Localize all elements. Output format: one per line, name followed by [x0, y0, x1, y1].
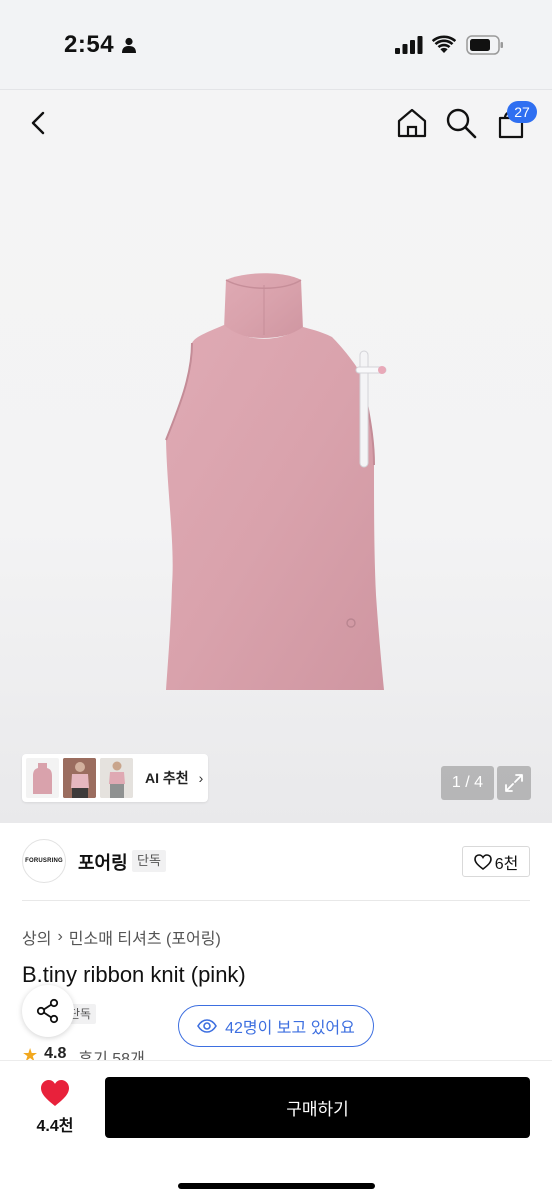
- thumbnail-1-image: [33, 763, 52, 794]
- wifi-icon: [432, 35, 456, 53]
- thumbnail-3[interactable]: [100, 758, 133, 798]
- heart-filled-icon[interactable]: [40, 1079, 70, 1107]
- review-count[interactable]: 후기 58개: [78, 1045, 144, 1061]
- breadcrumb: 상의 › 민소매 티셔츠 (포어링): [22, 925, 221, 949]
- thumbnail-strip[interactable]: AI 추천 ›: [22, 754, 208, 802]
- chevron-right-icon[interactable]: ›: [199, 770, 204, 786]
- share-icon: [36, 998, 59, 1024]
- product-gallery[interactable]: 27 AI 추천 › 1 / 4: [0, 90, 552, 823]
- rating-value: 4.8: [44, 1045, 67, 1061]
- viewers-indicator: 42명이 보고 있어요: [178, 1005, 374, 1047]
- back-arrow-icon[interactable]: [24, 108, 54, 138]
- ai-recommend-label[interactable]: AI 추천: [145, 768, 189, 788]
- divider: [22, 900, 530, 901]
- expand-button[interactable]: [497, 766, 531, 800]
- brand-exclusive-tag: 단독: [132, 850, 166, 872]
- status-bar: 2:54: [0, 0, 552, 90]
- buy-button[interactable]: 구매하기: [105, 1077, 530, 1138]
- brand-logo-text: FORUSRING: [25, 858, 63, 864]
- share-button[interactable]: [22, 985, 74, 1037]
- page-counter: 1 / 4: [441, 766, 494, 800]
- battery-icon: [466, 35, 503, 55]
- brand-name[interactable]: 포어링: [78, 849, 128, 875]
- eye-icon: [197, 1019, 218, 1033]
- product-title: B.tiny ribbon knit (pink): [22, 962, 246, 987]
- home-icon[interactable]: [395, 106, 429, 140]
- chevron-right-icon: ›: [57, 928, 63, 945]
- brand-like-button[interactable]: 6천: [462, 846, 530, 877]
- favorite-count: 4.4천: [36, 1118, 74, 1135]
- thumbnail-2-image: [63, 758, 96, 798]
- product-image[interactable]: [150, 265, 400, 695]
- heart-outline-icon: [473, 853, 492, 870]
- brand-like-count: 6천: [494, 855, 519, 873]
- viewers-text: 42명이 보고 있어요: [225, 1020, 355, 1037]
- home-indicator: [178, 1183, 375, 1189]
- brand-logo[interactable]: FORUSRING: [22, 839, 66, 883]
- thumbnail-1[interactable]: [26, 758, 59, 798]
- cart-count-badge: 27: [507, 101, 537, 123]
- star-icon: ★: [22, 1045, 39, 1061]
- thumbnail-2[interactable]: [63, 758, 96, 798]
- search-icon[interactable]: [444, 106, 478, 140]
- expand-icon: [505, 774, 523, 792]
- cellular-signal-icon: [395, 36, 423, 54]
- breadcrumb-subcategory[interactable]: 민소매 티셔츠 (포어링): [69, 925, 221, 949]
- rating-row[interactable]: ★ 4.8 후기 58개: [22, 1045, 145, 1061]
- breadcrumb-category[interactable]: 상의: [22, 925, 51, 949]
- status-time: 2:54: [64, 31, 115, 58]
- person-icon: [122, 37, 136, 53]
- thumbnail-3-image: [100, 758, 133, 798]
- bottom-action-bar: 4.4천 구매하기: [0, 1060, 552, 1200]
